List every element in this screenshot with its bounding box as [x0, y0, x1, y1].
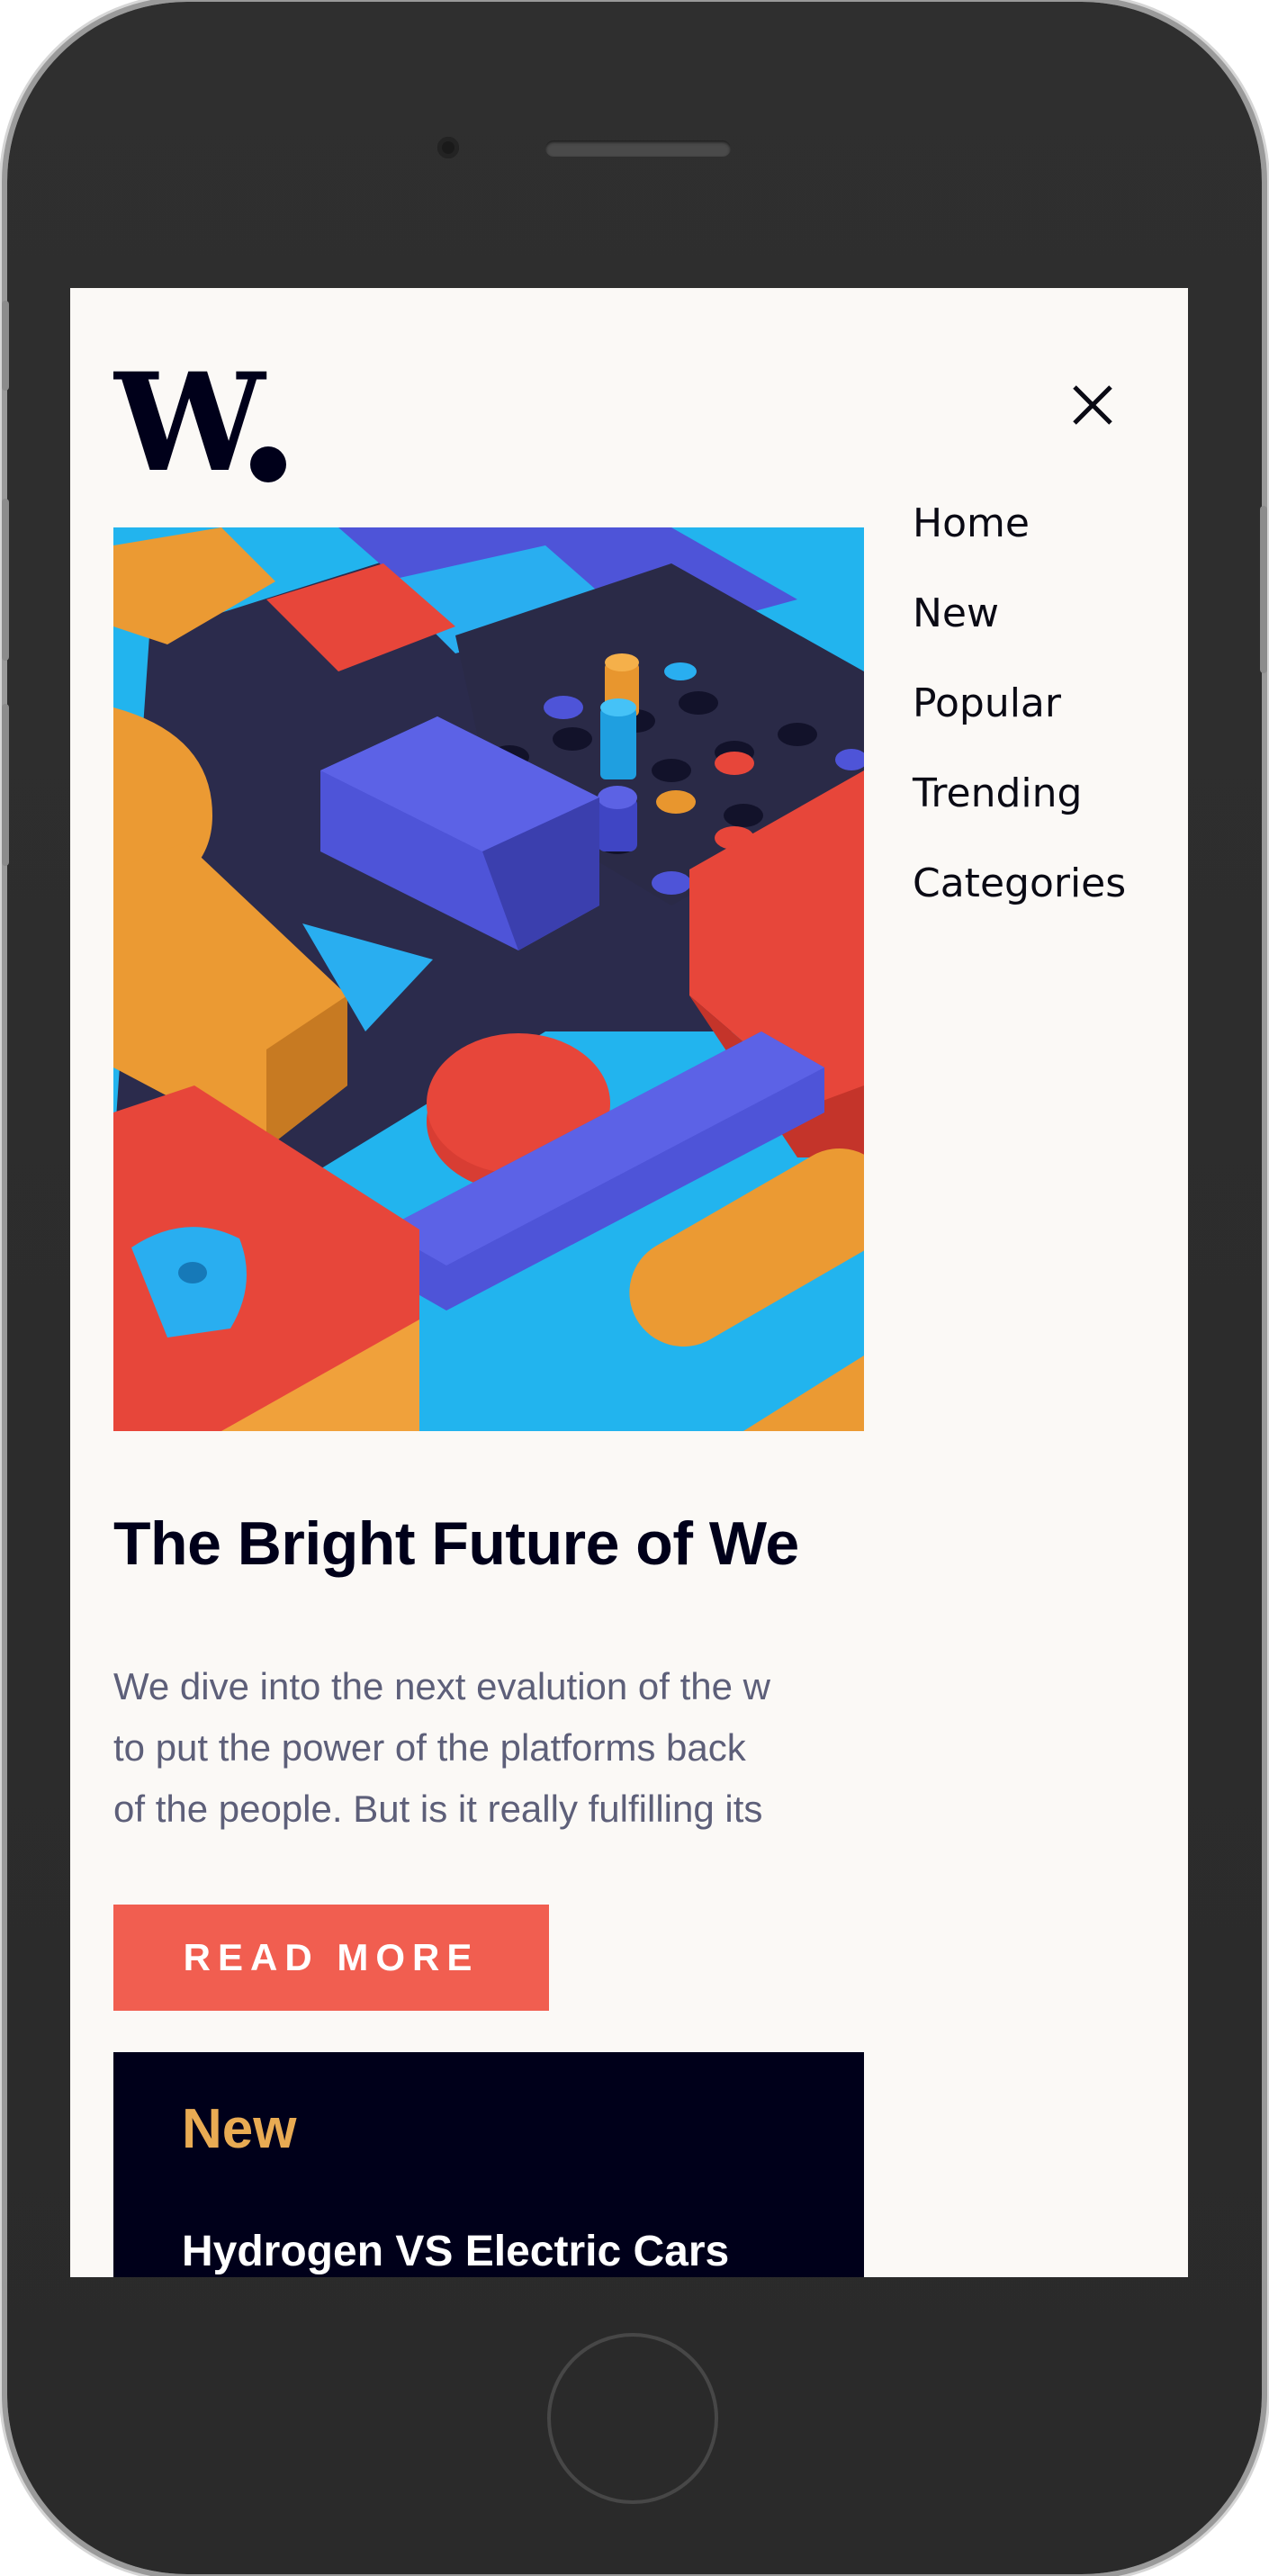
- hero-image: [113, 527, 864, 1431]
- description-line: to put the power of the platforms back: [113, 1726, 746, 1769]
- read-more-button[interactable]: READ MORE: [113, 1905, 549, 2011]
- menu-item-categories[interactable]: Categories: [913, 839, 1126, 929]
- home-button[interactable]: [547, 2333, 718, 2504]
- volume-up-button: [2, 499, 9, 661]
- nav-menu: Home New Popular Trending Categories: [913, 479, 1126, 929]
- silent-switch: [2, 301, 9, 391]
- main-content: The Bright Future of We We dive into the…: [113, 527, 864, 2277]
- power-button: [1260, 506, 1267, 673]
- menu-item-trending[interactable]: Trending: [913, 749, 1126, 839]
- description-line: of the people. But is it really fulfilli…: [113, 1788, 763, 1830]
- site-logo[interactable]: W: [112, 344, 290, 502]
- logo-mark: W: [112, 344, 286, 502]
- menu-item-home[interactable]: Home: [913, 479, 1126, 569]
- article-description: We dive into the next evalution of the w…: [113, 1656, 864, 1840]
- front-camera: [437, 137, 459, 158]
- close-menu-button[interactable]: [1064, 376, 1121, 434]
- new-item-title[interactable]: Hydrogen VS Electric Cars: [182, 2227, 729, 2276]
- article-title[interactable]: The Bright Future of We: [113, 1509, 864, 1579]
- menu-item-new[interactable]: New: [913, 569, 1126, 659]
- volume-down-button: [2, 704, 9, 866]
- description-line: We dive into the next evalution of the w: [113, 1665, 770, 1707]
- svg-text:W: W: [113, 364, 267, 490]
- earpiece-speaker: [545, 140, 731, 157]
- new-section: New Hydrogen VS Electric Cars: [113, 2052, 864, 2277]
- new-section-heading: New: [182, 2098, 297, 2160]
- close-icon: [1073, 385, 1112, 425]
- screen: W Home New Popular Trending Categories T…: [70, 288, 1188, 2277]
- menu-item-popular[interactable]: Popular: [913, 659, 1126, 749]
